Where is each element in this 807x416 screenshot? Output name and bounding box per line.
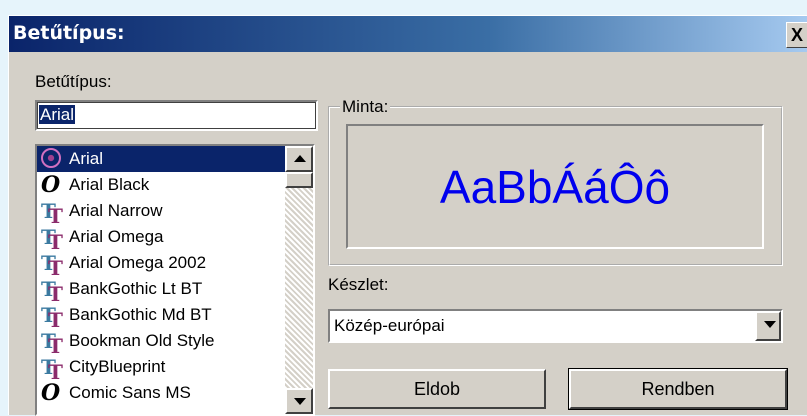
font-list-scrollbar[interactable] — [285, 146, 313, 414]
arrow-down-icon — [294, 398, 306, 405]
truetype-icon: TT — [41, 277, 63, 306]
font-list-item[interactable]: O Comic Sans MS — [37, 380, 285, 406]
font-list-item[interactable]: TT CityBlueprint — [37, 354, 285, 384]
font-list-item-label: BankGothic Md BT — [69, 305, 212, 324]
arrow-up-icon — [294, 155, 306, 162]
charset-dropdown-button[interactable] — [755, 311, 781, 341]
font-list-item-label: Arial Omega 2002 — [69, 253, 207, 272]
sample-text: AaBbÁáÔô — [439, 160, 671, 213]
font-name-value: Arial — [39, 105, 76, 124]
sample-label: Minta: — [340, 97, 391, 117]
font-list-item-label: Arial Omega — [69, 227, 164, 246]
font-list-item-label: Arial — [69, 149, 104, 168]
font-list-item[interactable]: TT Arial Narrow — [37, 198, 285, 228]
charset-label: Készlet: — [328, 275, 389, 294]
truetype-icon: TT — [41, 355, 63, 384]
sample-preview: AaBbÁáÔô — [346, 124, 764, 249]
opentype-icon: O — [41, 380, 61, 406]
font-list-item-label: CityBlueprint — [69, 357, 166, 376]
truetype-icon: TT — [41, 251, 63, 280]
truetype-icon: TT — [41, 199, 63, 228]
font-list-item[interactable]: O Arial Black — [37, 172, 285, 198]
font-list-item[interactable]: TT Arial Omega — [37, 224, 285, 254]
scroll-up-button[interactable] — [285, 146, 313, 172]
charset-dropdown[interactable]: Közép-európai — [328, 309, 783, 343]
cancel-button[interactable]: Eldob — [328, 369, 546, 409]
opentype-icon: O — [41, 172, 61, 198]
font-list-item[interactable]: TT BankGothic Md BT — [37, 302, 285, 332]
font-list-item-label: BankGothic Lt BT — [69, 279, 203, 298]
font-list-item[interactable]: TT Bookman Old Style — [37, 328, 285, 358]
font-label: Betűtípus: — [35, 72, 112, 91]
font-list-item[interactable]: Arial — [37, 146, 285, 172]
font-dialog: Betűtípus: X Betűtípus: Arial Arial O Ar… — [8, 15, 807, 416]
scroll-down-button[interactable] — [285, 388, 313, 414]
scroll-thumb[interactable] — [285, 172, 313, 188]
font-list[interactable]: Arial O Arial Black TT Arial Narrow TT A… — [35, 144, 315, 416]
title-bar[interactable]: Betűtípus: X — [9, 16, 807, 52]
opentype-icon — [41, 148, 65, 170]
font-list-item-label: Arial Black — [69, 175, 150, 194]
font-name-input[interactable]: Arial — [35, 100, 318, 131]
sample-group: Minta: AaBbÁáÔô — [328, 97, 783, 266]
truetype-icon: TT — [41, 225, 63, 254]
close-button[interactable]: X — [786, 22, 807, 48]
font-list-item-label: Comic Sans MS — [69, 383, 191, 402]
truetype-icon: TT — [41, 329, 63, 358]
truetype-icon: TT — [41, 303, 63, 332]
font-list-item-label: Bookman Old Style — [69, 331, 215, 350]
window-title: Betűtípus: — [13, 22, 125, 44]
ok-button[interactable]: Rendben — [568, 368, 788, 410]
font-list-item-label: Arial Narrow — [69, 201, 163, 220]
chevron-down-icon — [764, 321, 776, 328]
font-list-item[interactable]: TT Arial Omega 2002 — [37, 250, 285, 280]
charset-value: Közép-európai — [334, 316, 445, 335]
font-list-item[interactable]: TT BankGothic Lt BT — [37, 276, 285, 306]
